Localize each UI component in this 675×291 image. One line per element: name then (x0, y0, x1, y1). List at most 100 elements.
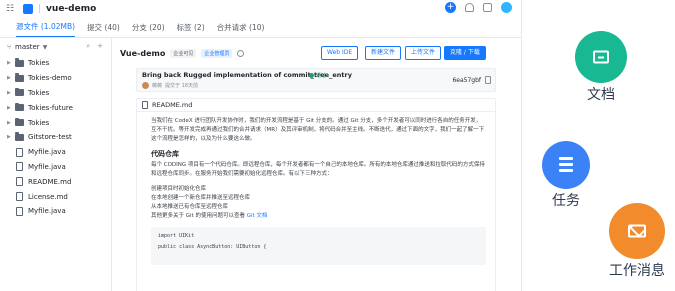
messages-app-icon[interactable] (609, 203, 665, 259)
folder-icon (15, 102, 24, 112)
chevron-down-icon: ▼ (42, 43, 48, 51)
tree-item[interactable]: Myfile.java (0, 145, 111, 160)
tree-item-label: License.md (28, 192, 68, 201)
tree-item[interactable]: ▶ Tokies-future (0, 100, 111, 115)
role-badge: 企业管理员 (201, 48, 233, 58)
author-avatar (142, 82, 149, 89)
tree-item-label: Tokies (28, 118, 50, 127)
chevron-right-icon[interactable]: ▶ (7, 60, 13, 66)
readme-step-text: 其他更多关于 Git 的使用问题可以查看 (151, 213, 245, 219)
upload-file-button[interactable]: 上传文件 (405, 46, 442, 60)
tree-item[interactable]: ▶ Tokies (0, 56, 111, 71)
copy-icon[interactable] (485, 76, 491, 84)
readme-panel: README.md 当我们在 CodeX 进行团队开发协作时，我们的开发流程是基… (136, 98, 496, 291)
git-docs-link[interactable]: Git 文档 (247, 213, 268, 219)
file-icon (16, 206, 23, 216)
tree-item[interactable]: Myfile.java (0, 204, 111, 219)
tree-item-label: Tokies-future (28, 103, 73, 112)
chevron-right-icon[interactable]: ▶ (7, 75, 13, 81)
tree-item[interactable]: ▶ Tokies (0, 86, 111, 101)
tree-item[interactable]: README.md (0, 174, 111, 189)
code-line: import UIKit (158, 233, 195, 239)
repo-title[interactable]: vue-demo (46, 4, 96, 14)
file-icon (142, 101, 148, 109)
readme-heading: 代码仓库 (151, 150, 179, 158)
code-block: import UIKit public class AsyncButton: U… (151, 227, 486, 265)
commit-sha[interactable]: 6ea57gbf (452, 77, 481, 84)
file-icon (16, 162, 23, 172)
chevron-right-icon[interactable]: ▶ (7, 120, 13, 126)
readme-header: README.md (137, 99, 495, 112)
tab-tags[interactable]: 标签 (2) (177, 22, 205, 37)
tab-commits[interactable]: 提交 (40) (87, 22, 120, 37)
calendar-icon[interactable] (483, 3, 492, 12)
chevron-right-icon[interactable]: ▶ (7, 105, 13, 111)
info-icon[interactable] (237, 49, 245, 57)
repo-header: Vue-demo 企业可见 企业管理员 (120, 46, 500, 60)
tree-item[interactable]: License.md (0, 189, 111, 204)
repo-main: Vue-demo 企业可见 企业管理员 Web IDE 新建文件 上传文件 克隆… (120, 38, 520, 291)
file-tree-sidebar: ⑂ master ▼ ⌕ + ▶ Tokies ▶ Tokies-demo ▶ Tokie… (0, 38, 112, 291)
readme-paragraph: 每个 CODING 项目有一个代码仓库。即远程仓库，每个开发者都有一个自己的本地… (151, 162, 485, 177)
tab-branches[interactable]: 分支 (20) (132, 22, 165, 37)
tree-item[interactable]: ▶ Tokies-demo (0, 71, 111, 86)
messages-label: 工作消息 (609, 263, 665, 279)
clone-download-button[interactable]: 克隆 / 下载 (444, 46, 486, 60)
readme-steps: 创建项目时初始化仓库 在本地创建一个新仓库并推送至远程仓库 从本地推送已有仓库至… (151, 185, 486, 221)
new-file-button[interactable]: 新建文件 (365, 46, 402, 60)
commit-time: 提交于 18天前 (165, 83, 198, 89)
readme-intro: 当我们在 CodeX 进行团队开发协作时，我们的开发流程是基于 Git 分支的。… (151, 118, 485, 142)
commit-status-text: 通过 (316, 73, 327, 79)
bell-icon[interactable] (465, 3, 474, 12)
app-logo[interactable] (23, 3, 33, 14)
branch-selector[interactable]: ⑂ master ▼ ⌕ + (0, 38, 111, 56)
web-ide-button[interactable]: Web IDE (321, 46, 359, 60)
mail-icon (628, 224, 646, 238)
search-icon[interactable]: ⌕ (86, 42, 90, 51)
topbar-actions: + (445, 2, 512, 13)
tab-merge-requests[interactable]: 合并请求 (10) (217, 22, 265, 37)
add-icon[interactable]: + (445, 2, 456, 13)
docs-label: 文档 (587, 87, 615, 103)
folder-icon (15, 117, 24, 127)
branch-icon: ⑂ (7, 43, 12, 51)
file-icon (16, 177, 23, 187)
tree-item-label: Tokies (28, 88, 50, 97)
readme-step: 从本地推送已有仓库至远程仓库 (151, 204, 229, 210)
tree-item-label: Gitstore-test (28, 133, 72, 142)
readme-filename: README.md (152, 101, 193, 109)
readme-content: 当我们在 CodeX 进行团队开发协作时，我们的开发流程是基于 Git 分支的。… (151, 117, 486, 265)
chevron-right-icon[interactable]: ▶ (7, 90, 13, 96)
branch-name: master (15, 43, 40, 51)
repo-window: ☷ | vue-demo + 源文件 (1.02MB) 提交 (40) 分支 (… (0, 0, 522, 291)
grid-menu-icon[interactable]: ☷ (6, 4, 16, 14)
tasks-app-icon[interactable] (542, 141, 590, 189)
readme-step: 在本地创建一个新仓库并推送至远程仓库 (151, 195, 251, 201)
title-separator: | (38, 3, 42, 14)
tasks-app[interactable]: 任务 (541, 141, 591, 210)
tree-item[interactable]: Myfile.java (0, 160, 111, 175)
folder-icon (593, 50, 609, 64)
tree-item[interactable]: ▶ Tokies (0, 115, 111, 130)
chevron-right-icon[interactable]: ▶ (7, 134, 13, 140)
readme-step: 其他更多关于 Git 的使用问题可以查看 Git 文档 (151, 212, 486, 221)
tab-source-files[interactable]: 源文件 (1.02MB) (16, 21, 76, 37)
tree-tools: ⌕ + (86, 42, 103, 51)
repo-name: Vue-demo (120, 48, 166, 58)
tree-item-label: Myfile.java (28, 148, 66, 157)
messages-app[interactable]: 工作消息 (599, 203, 675, 280)
topbar: ☷ | vue-demo + (0, 0, 521, 17)
docs-app[interactable]: 文档 (574, 31, 628, 104)
author-name: 薇薇 (152, 83, 163, 89)
code-line: public class AsyncButton: UIButton { (158, 244, 267, 250)
user-avatar[interactable] (501, 2, 512, 13)
docs-app-icon[interactable] (575, 31, 627, 83)
add-file-icon[interactable]: + (97, 42, 103, 51)
file-tree: ▶ Tokies ▶ Tokies-demo ▶ Tokies ▶ Tokies-future… (0, 56, 111, 219)
commit-status-badge: 通过 (309, 72, 326, 79)
folder-icon (15, 87, 24, 97)
tree-item[interactable]: ▶ Gitstore-test (0, 130, 111, 145)
folder-icon (15, 132, 24, 141)
commit-author: 薇薇 提交于 18天前 (142, 82, 198, 89)
tree-item-label: README.md (28, 177, 72, 186)
